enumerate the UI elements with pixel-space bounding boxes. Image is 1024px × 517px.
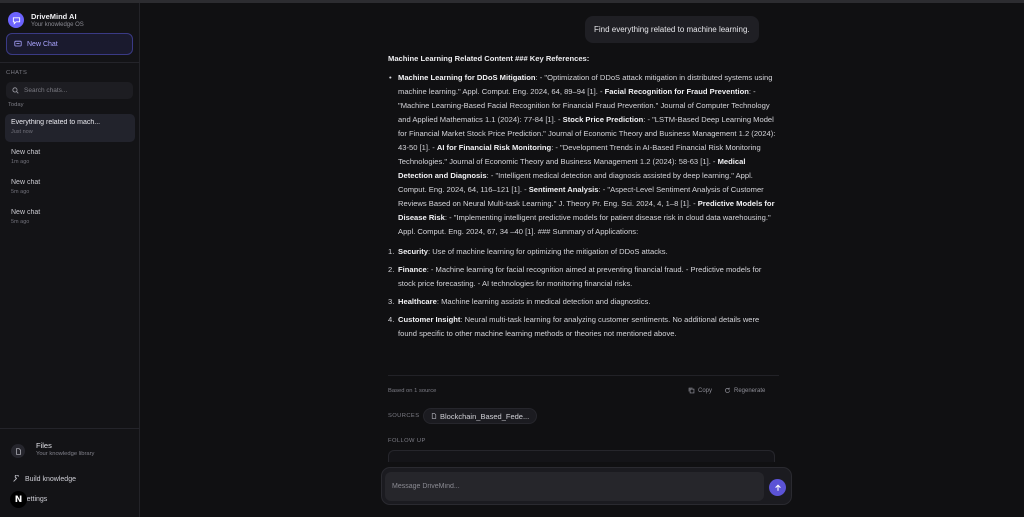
answer-heading: Machine Learning Related Content ### Key… — [388, 54, 590, 63]
sources-heading: SOURCES — [388, 413, 420, 419]
sidebar: DriveMind AI Your knowledge OS New Chat … — [0, 3, 140, 517]
chat-item[interactable]: New chat 5m ago — [5, 174, 135, 202]
summary-item: 3. Healthcare: Machine learning assists i… — [388, 295, 779, 309]
source-chip[interactable]: Blockchain_Based_Fede... — [423, 408, 538, 424]
chats-heading: CHATS — [6, 70, 28, 76]
reference-text: : - "Implementing intelligent predictive… — [398, 213, 771, 236]
reference-topic: AI for Financial Risk Monitoring — [436, 143, 552, 152]
message-input[interactable] — [385, 472, 764, 501]
chat-item[interactable]: New chat 1m ago — [5, 144, 135, 172]
new-chat-icon — [14, 40, 22, 47]
reference-topic: Facial Recognition for Fraud Prevention — [604, 87, 749, 96]
summary-number: 1. — [388, 247, 395, 256]
based-on-sources: Based on 1 source — [388, 388, 437, 394]
refresh-icon — [725, 387, 730, 393]
search-icon — [12, 87, 19, 94]
summary-item: 1. Security: Use of machine learning for … — [388, 245, 779, 259]
reference-topic: Machine Learning for DDoS Mitigation — [398, 73, 536, 82]
copy-button[interactable]: Copy — [688, 387, 712, 394]
summary-label: Healthcare — [398, 297, 437, 306]
app-tagline: Your knowledge OS — [31, 22, 84, 28]
chat-title: New chat — [11, 179, 41, 186]
source-name: Blockchain_Based_Fede... — [440, 411, 530, 421]
follow-up-suggestion[interactable] — [388, 450, 775, 462]
search-placeholder: Search chats... — [24, 87, 68, 94]
files-title: Files — [36, 441, 52, 450]
summary-item: 4. Customer Insight: Neural multi-task le… — [388, 313, 779, 341]
summary-number: 4. — [388, 315, 395, 324]
chat-time: Just now — [11, 129, 33, 135]
summary-item: 2. Finance: - Machine learning for facial… — [388, 263, 779, 291]
references-paragraph: Machine Learning for DDoS Mitigation : - … — [389, 71, 779, 239]
chat-time: 1m ago — [11, 159, 30, 165]
answer-meta-row: Based on 1 source Copy Regenerate — [388, 375, 779, 397]
copy-label: Copy — [698, 387, 713, 394]
send-button[interactable] — [769, 479, 786, 496]
avatar[interactable]: N — [10, 491, 27, 508]
divider — [0, 62, 140, 63]
user-message: Find everything related to machine learn… — [585, 16, 759, 43]
document-icon — [431, 413, 437, 419]
divider — [0, 428, 140, 429]
summary-number: 2. — [388, 265, 395, 274]
search-chats-input[interactable]: Search chats... — [6, 82, 133, 99]
chat-item-active[interactable]: Everything related to mach... Just now — [5, 114, 135, 142]
chat-item[interactable]: New chat 5m ago — [5, 204, 135, 232]
summary-label: Security — [398, 247, 428, 256]
references-list: Machine Learning for DDoS Mitigation : - … — [388, 71, 779, 239]
chat-title: New chat — [11, 149, 41, 156]
reference-topic: Sentiment Analysis — [528, 185, 599, 194]
chat-time: 5m ago — [11, 189, 30, 195]
summary-label: Customer Insight — [398, 315, 461, 324]
regenerate-button[interactable]: Regenerate — [724, 387, 765, 394]
chat-title: New chat — [11, 209, 41, 216]
assistant-answer: Machine Learning Related Content ### Key… — [388, 52, 779, 345]
reference-topic: Stock Price Prediction — [562, 115, 644, 124]
summary-text: : Use of machine learning for optimizing… — [427, 247, 668, 256]
summary-text: : - Machine learning for facial recognit… — [398, 265, 762, 288]
message-composer — [381, 467, 792, 505]
summary-text: : Machine learning assists in medical de… — [436, 297, 651, 306]
summary-list: 1. Security: Use of machine learning for … — [388, 245, 779, 341]
copy-icon — [688, 387, 695, 394]
app-name: DriveMind AI — [31, 12, 77, 21]
new-chat-button[interactable]: New Chat — [6, 33, 133, 55]
chat-bubble-logo-icon — [8, 12, 24, 28]
chat-main: Find everything related to machine learn… — [141, 3, 1024, 517]
build-knowledge-button[interactable]: Build knowledge — [12, 475, 76, 483]
group-label-today: Today — [8, 102, 24, 108]
arrow-up-icon — [774, 483, 781, 491]
follow-up-heading: FOLLOW UP — [388, 438, 426, 444]
wrench-icon — [13, 475, 19, 482]
files-subtitle: Your knowledge library — [36, 451, 95, 457]
new-chat-label: New Chat — [27, 40, 58, 48]
regenerate-label: Regenerate — [734, 387, 766, 394]
files-icon — [11, 444, 25, 458]
build-knowledge-label: Build knowledge — [25, 475, 76, 483]
summary-number: 3. — [388, 297, 395, 306]
summary-label: Finance — [398, 265, 427, 274]
chat-time: 5m ago — [11, 219, 30, 225]
chat-title: Everything related to mach... — [11, 119, 101, 126]
